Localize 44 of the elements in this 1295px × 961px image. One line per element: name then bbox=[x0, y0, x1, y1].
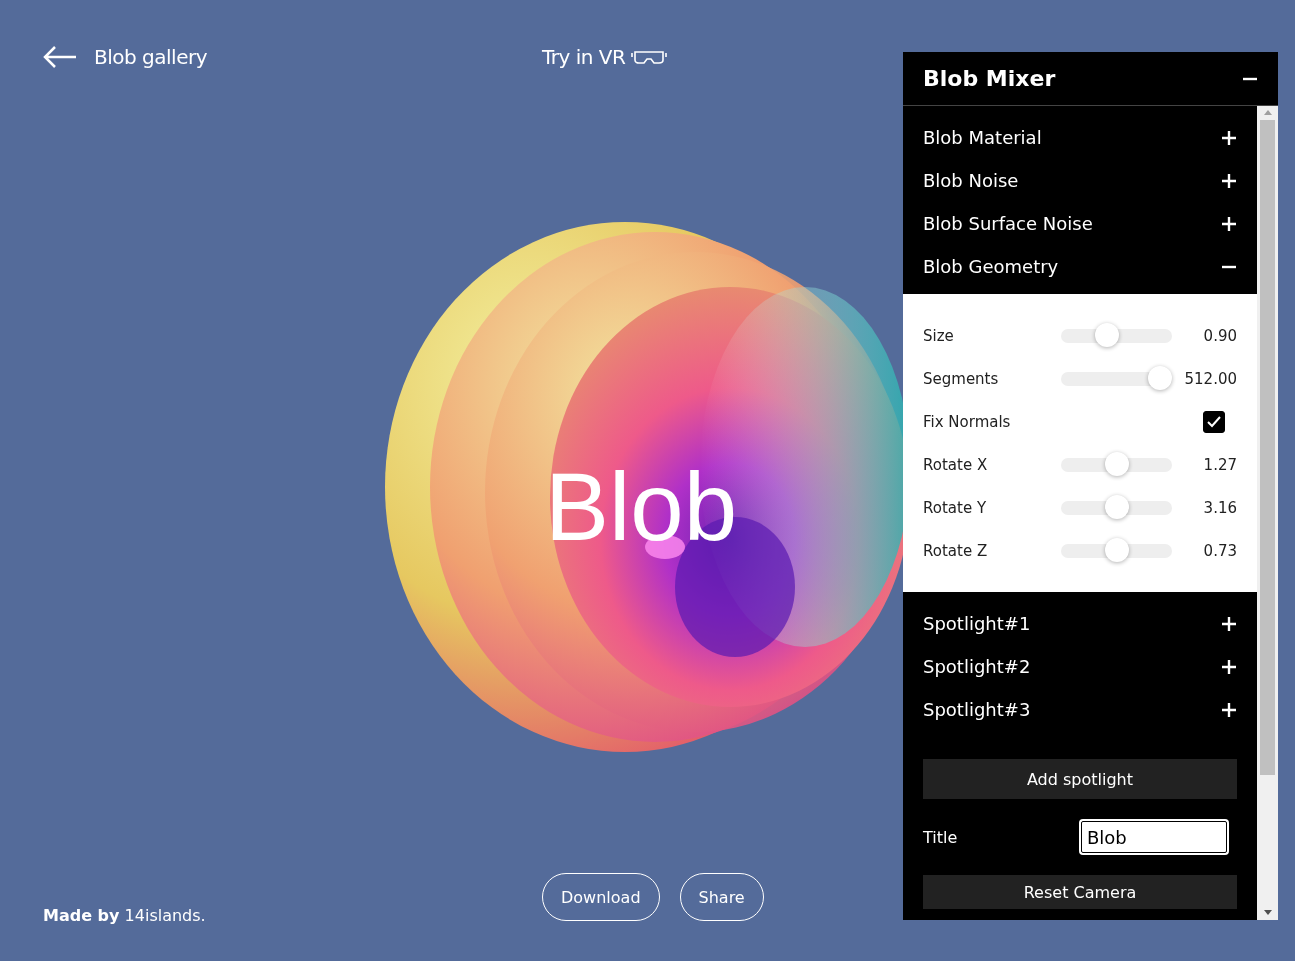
section-header[interactable]: Spotlight#2 bbox=[923, 656, 1031, 677]
back-link[interactable]: Blob gallery bbox=[94, 45, 207, 69]
slider[interactable] bbox=[1061, 365, 1172, 392]
slider[interactable] bbox=[1061, 537, 1172, 564]
section-header[interactable]: Blob Noise bbox=[923, 170, 1019, 191]
plus-icon[interactable] bbox=[1221, 701, 1237, 718]
control-label: Rotate X bbox=[923, 455, 989, 474]
section-header[interactable]: Spotlight#1 bbox=[923, 613, 1031, 634]
scrollbar[interactable] bbox=[1257, 106, 1278, 920]
checkmark-icon bbox=[1207, 415, 1221, 428]
checkbox[interactable] bbox=[1203, 410, 1225, 433]
vr-link[interactable]: Try in VR bbox=[542, 45, 626, 69]
blob-title: Blob bbox=[545, 452, 738, 562]
slider-value: 3.16 bbox=[1202, 498, 1237, 517]
section-header[interactable]: Spotlight#3 bbox=[923, 699, 1031, 720]
field-label: Title bbox=[923, 827, 958, 847]
plus-icon[interactable] bbox=[1221, 172, 1237, 189]
slider-value: 1.27 bbox=[1202, 455, 1237, 474]
slider-value: 0.73 bbox=[1202, 541, 1237, 560]
plus-icon[interactable] bbox=[1221, 658, 1237, 675]
add-spotlight-button[interactable]: Add spotlight bbox=[923, 759, 1237, 799]
plus-icon[interactable] bbox=[1221, 215, 1237, 232]
control-label: Fix Normals bbox=[923, 412, 1012, 431]
control-label: Size bbox=[923, 326, 955, 345]
scroll-down-icon[interactable] bbox=[1263, 910, 1272, 916]
slider-value: 0.90 bbox=[1202, 326, 1237, 345]
control-label: Rotate Z bbox=[923, 541, 989, 560]
control-label: Rotate Y bbox=[923, 498, 988, 517]
back-arrow-icon[interactable] bbox=[42, 45, 78, 69]
plus-icon[interactable] bbox=[1221, 615, 1237, 632]
control-label: Segments bbox=[923, 369, 1000, 388]
plus-icon[interactable] bbox=[1221, 129, 1237, 146]
title-input[interactable]: Blob bbox=[1079, 819, 1229, 855]
section-header[interactable]: Blob Geometry bbox=[923, 256, 1059, 277]
slider-value: 512.00 bbox=[1183, 369, 1237, 388]
credit-text: Made by 14islands. bbox=[43, 906, 207, 925]
section-header[interactable]: Blob Surface Noise bbox=[923, 213, 1093, 234]
reset-camera-button[interactable]: Reset Camera bbox=[923, 875, 1237, 909]
slider[interactable] bbox=[1061, 322, 1172, 349]
section-header[interactable]: Blob Material bbox=[923, 127, 1042, 148]
vr-headset-icon[interactable] bbox=[631, 49, 668, 65]
panel-title: Blob Mixer bbox=[923, 66, 1056, 91]
slider[interactable] bbox=[1061, 494, 1172, 521]
slider[interactable] bbox=[1061, 451, 1172, 478]
